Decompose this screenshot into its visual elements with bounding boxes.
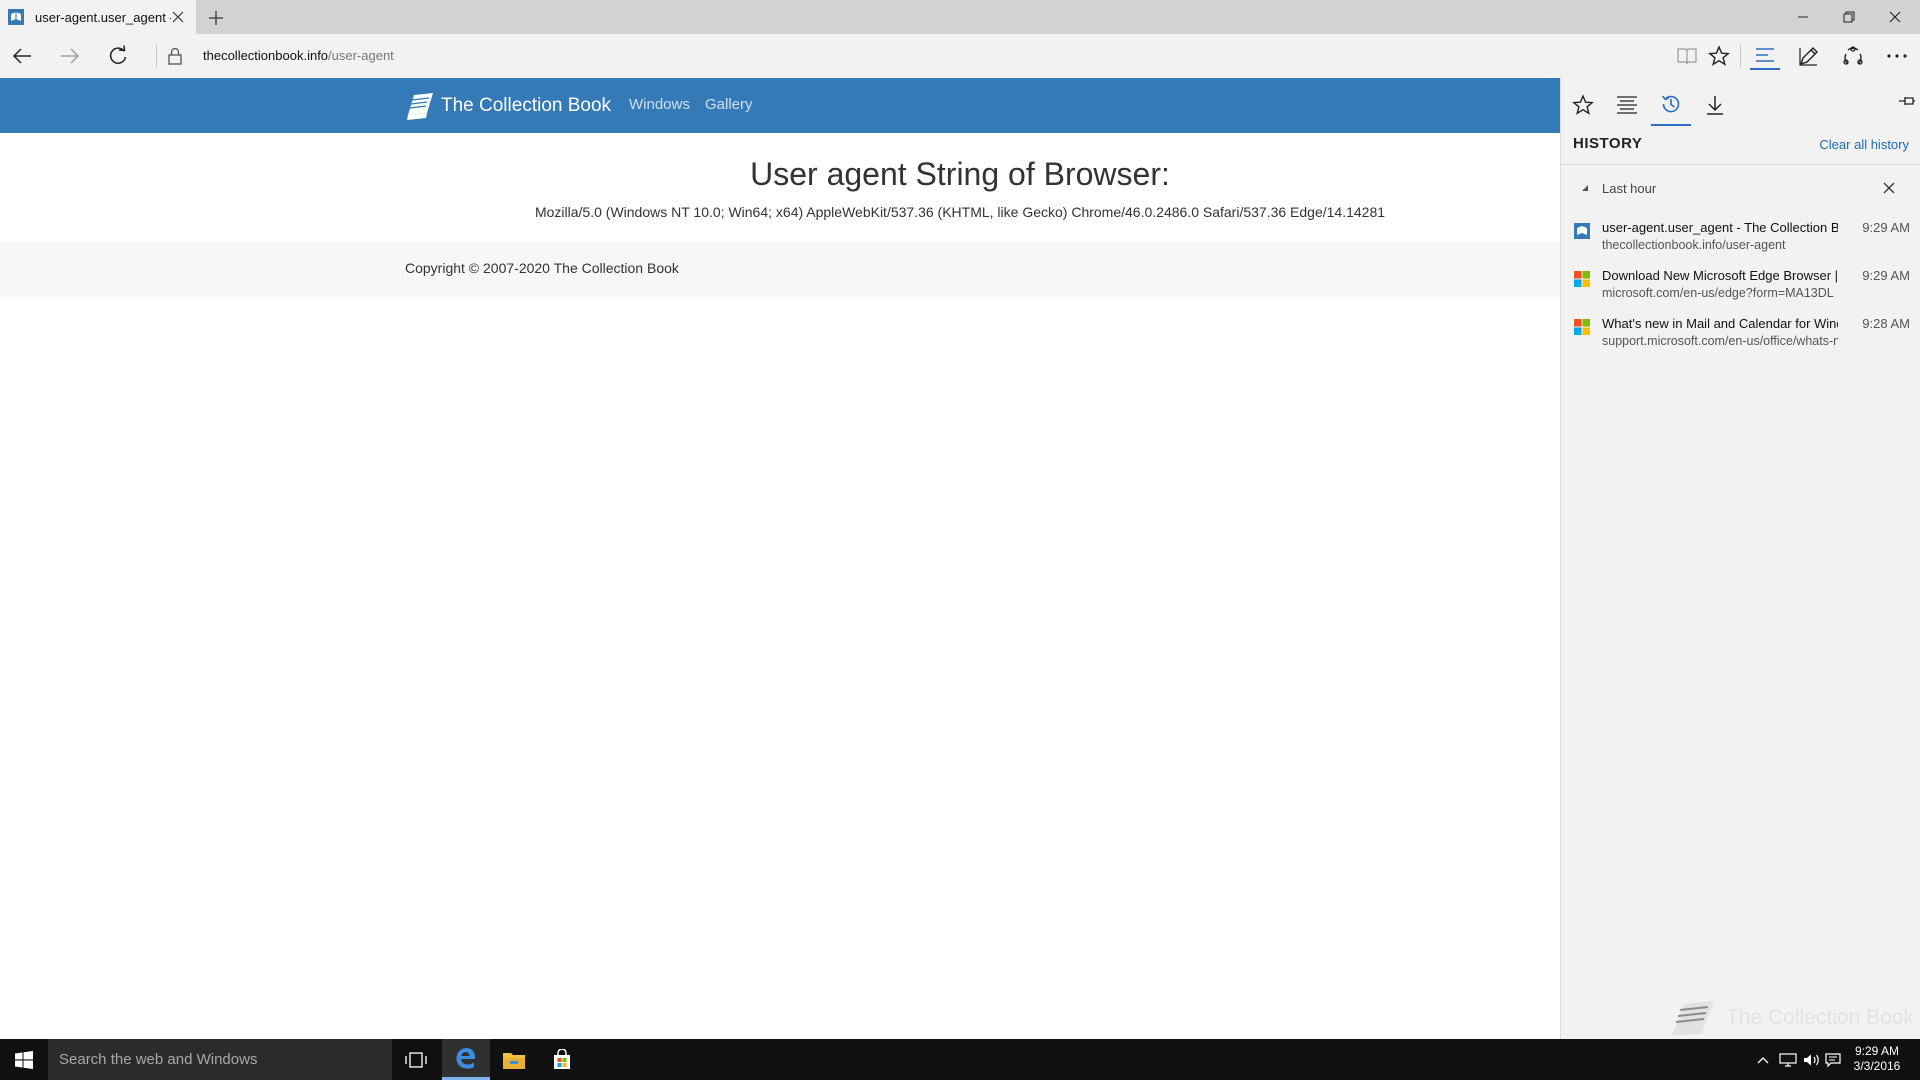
history-item-time: 9:29 AM bbox=[1862, 268, 1910, 283]
browser-tab[interactable]: user-agent.user_agent - bbox=[0, 0, 196, 34]
new-tab-icon[interactable] bbox=[206, 8, 226, 28]
nav-link-windows[interactable]: Windows bbox=[629, 96, 690, 113]
hub-pane: HISTORY Clear all history Last hour user… bbox=[1560, 78, 1920, 1039]
copyright-text: Copyright © 2007-2020 The Collection Boo… bbox=[405, 260, 679, 276]
nav-link-gallery[interactable]: Gallery bbox=[705, 96, 753, 113]
windows-start-icon[interactable] bbox=[0, 1039, 48, 1080]
tab-bar: user-agent.user_agent - bbox=[0, 0, 1920, 34]
hub-downloads-icon[interactable] bbox=[1695, 84, 1735, 126]
clock-date: 3/3/2016 bbox=[1853, 1059, 1901, 1073]
more-options-icon[interactable] bbox=[1882, 42, 1912, 70]
web-note-icon[interactable] bbox=[1794, 42, 1824, 70]
tab-title: user-agent.user_agent - bbox=[35, 9, 171, 25]
watermark: The Collection Book bbox=[1668, 998, 1914, 1038]
collection-book-favicon-icon bbox=[7, 8, 25, 26]
history-item-url: microsoft.com/en-us/edge?form=MA13DL bbox=[1602, 286, 1834, 300]
taskbar-clock[interactable]: 9:29 AM 3/3/2016 bbox=[1844, 1044, 1910, 1074]
action-center-icon[interactable] bbox=[1822, 1039, 1844, 1080]
taskbar: Search the web and Windows 9:29 AM 3/3/2… bbox=[0, 1039, 1920, 1080]
restore-icon[interactable] bbox=[1826, 0, 1872, 34]
volume-icon[interactable] bbox=[1800, 1039, 1824, 1080]
toolbar-separator bbox=[156, 44, 157, 68]
back-arrow-icon[interactable] bbox=[8, 42, 36, 70]
hub-history-icon[interactable] bbox=[1651, 84, 1691, 126]
favorite-star-icon[interactable] bbox=[1704, 42, 1734, 70]
history-item-title: user-agent.user_agent - The Collection B… bbox=[1602, 220, 1838, 235]
share-icon[interactable] bbox=[1838, 42, 1868, 70]
minimize-icon[interactable] bbox=[1780, 0, 1826, 34]
url-host: thecollectionbook.info bbox=[203, 48, 329, 63]
clear-all-history-link[interactable]: Clear all history bbox=[1819, 137, 1909, 152]
history-item-time: 9:29 AM bbox=[1862, 220, 1910, 235]
history-item-url: thecollectionbook.info/user-agent bbox=[1602, 238, 1786, 252]
history-item[interactable]: Download New Microsoft Edge Browser | Mi… bbox=[1561, 266, 1920, 308]
history-item-title: Download New Microsoft Edge Browser | Mi… bbox=[1602, 268, 1838, 283]
history-item-title: What's new in Mail and Calendar for Wind… bbox=[1602, 316, 1838, 331]
reading-view-icon[interactable] bbox=[1672, 42, 1702, 70]
network-icon[interactable] bbox=[1776, 1039, 1800, 1080]
web-page: The Collection Book Windows Gallery User… bbox=[0, 78, 1560, 1039]
delete-group-icon[interactable] bbox=[1882, 181, 1896, 195]
microsoft-logo-icon bbox=[1573, 270, 1591, 288]
site-brand-name: The Collection Book bbox=[441, 95, 612, 116]
collapse-caret-icon[interactable] bbox=[1581, 184, 1589, 192]
close-tab-icon[interactable] bbox=[170, 9, 186, 25]
history-group-header[interactable]: Last hour bbox=[1561, 178, 1920, 200]
history-heading: HISTORY bbox=[1573, 135, 1643, 152]
task-view-icon[interactable] bbox=[392, 1039, 440, 1080]
history-group-label: Last hour bbox=[1602, 181, 1657, 196]
forward-arrow-icon[interactable] bbox=[56, 42, 84, 70]
taskbar-search-box[interactable]: Search the web and Windows bbox=[48, 1039, 392, 1080]
book-logo-icon bbox=[404, 91, 436, 121]
user-agent-string: Mozilla/5.0 (Windows NT 10.0; Win64; x64… bbox=[534, 204, 1386, 220]
site-brand-link[interactable]: The Collection Book bbox=[404, 91, 611, 121]
lock-icon[interactable] bbox=[166, 46, 184, 66]
collection-book-icon bbox=[1573, 222, 1591, 240]
address-bar[interactable]: thecollectionbook.info/user-agent bbox=[203, 48, 394, 63]
toolbar-separator bbox=[1740, 44, 1741, 68]
file-explorer-icon[interactable] bbox=[490, 1039, 538, 1080]
hub-divider bbox=[1561, 164, 1920, 165]
hub-icon[interactable] bbox=[1750, 42, 1780, 70]
history-item-url: support.microsoft.com/en-us/office/whats… bbox=[1602, 334, 1838, 348]
watermark-book-icon bbox=[1668, 998, 1720, 1038]
hub-favorites-star-icon[interactable] bbox=[1563, 84, 1603, 126]
history-item[interactable]: user-agent.user_agent - The Collection B… bbox=[1561, 218, 1920, 260]
microsoft-logo-icon bbox=[1573, 318, 1591, 336]
page-title: User agent String of Browser: bbox=[750, 156, 1170, 192]
pin-pane-icon[interactable] bbox=[1898, 92, 1916, 110]
history-item[interactable]: What's new in Mail and Calendar for Wind… bbox=[1561, 314, 1920, 356]
edge-browser-icon[interactable] bbox=[442, 1039, 490, 1080]
site-footer: Copyright © 2007-2020 The Collection Boo… bbox=[0, 242, 1560, 297]
history-item-time: 9:28 AM bbox=[1862, 316, 1910, 331]
show-hidden-icons-chevron-icon[interactable] bbox=[1752, 1039, 1774, 1080]
navigation-bar: thecollectionbook.info/user-agent bbox=[0, 34, 1920, 78]
close-window-icon[interactable] bbox=[1872, 0, 1918, 34]
site-header: The Collection Book Windows Gallery bbox=[0, 78, 1560, 133]
search-placeholder: Search the web and Windows bbox=[59, 1051, 258, 1068]
store-icon[interactable] bbox=[538, 1039, 586, 1080]
url-path: /user-agent bbox=[328, 48, 394, 63]
refresh-icon[interactable] bbox=[104, 42, 132, 70]
hub-reading-list-icon[interactable] bbox=[1607, 84, 1647, 126]
watermark-text: The Collection Book bbox=[1726, 1006, 1914, 1029]
clock-time: 9:29 AM bbox=[1854, 1044, 1900, 1058]
